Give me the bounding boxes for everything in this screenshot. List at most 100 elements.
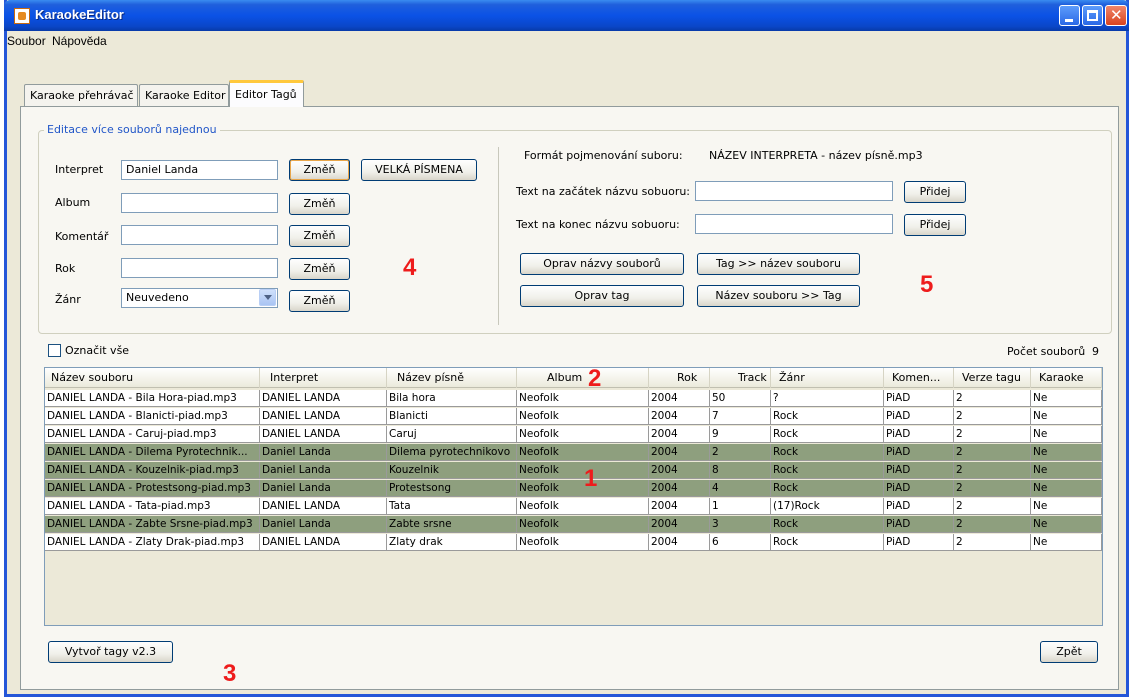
table-cell: DANIEL LANDA <box>260 498 387 515</box>
select-all-label[interactable]: Označit vše <box>65 344 129 357</box>
table-cell: PiAD <box>884 498 954 515</box>
table-row[interactable]: DANIEL LANDA - Blanicti-piad.mp3 DANIEL L… <box>45 408 1102 425</box>
album-label: Album <box>55 196 91 209</box>
table-cell: Daniel Landa <box>260 444 387 461</box>
comment-field[interactable] <box>121 225 278 245</box>
title-bar[interactable]: KaraokeEditor ✕ <box>4 0 1129 31</box>
table-cell: DANIEL LANDA <box>260 390 387 407</box>
column-header[interactable]: Název písně <box>387 368 517 388</box>
table-cell: 2004 <box>649 498 710 515</box>
table-row[interactable]: DANIEL LANDA - Kouzelnik-piad.mp3 Daniel … <box>45 462 1102 479</box>
column-header[interactable]: Žánr <box>771 368 884 388</box>
table-cell: PiAD <box>884 516 954 533</box>
table-cell: 2 <box>954 408 1031 425</box>
table-cell: 2 <box>954 516 1031 533</box>
change-genre-button[interactable]: Změň <box>289 290 350 312</box>
table-cell: DANIEL LANDA <box>260 426 387 443</box>
create-tags-button[interactable]: Vytvoř tagy v2.3 <box>48 641 173 663</box>
column-header[interactable]: Komen... <box>884 368 954 388</box>
year-label: Rok <box>55 262 76 275</box>
select-all-checkbox[interactable] <box>48 344 61 357</box>
table-cell: Neofolk <box>517 426 649 443</box>
table-row[interactable]: DANIEL LANDA - Dilema Pyrotechnik... Dani… <box>45 444 1102 461</box>
table-cell: DANIEL LANDA - Caruj-piad.mp3 <box>45 426 260 443</box>
close-icon: ✕ <box>1110 6 1123 24</box>
album-field[interactable] <box>121 193 278 213</box>
table-cell: PiAD <box>884 534 954 551</box>
table-cell: Dilema pyrotechnikovo <box>387 444 517 461</box>
naming-format-value: NÁZEV INTERPRETA - název písně.mp3 <box>709 149 923 162</box>
files-table[interactable]: Název souboru Interpret Název písně Album Ro… <box>44 367 1103 626</box>
table-cell: PiAD <box>884 444 954 461</box>
tab-karaoke-editor[interactable]: Karaoke Editor <box>139 84 229 106</box>
table-row[interactable]: DANIEL LANDA - Zlaty Drak-piad.mp3 DANIEL… <box>45 534 1102 551</box>
column-header[interactable]: Interpret <box>260 368 387 388</box>
table-cell: Neofolk <box>517 462 649 479</box>
menu-soubor[interactable]: Soubor <box>7 34 46 48</box>
column-header[interactable]: Název souboru <box>45 368 260 388</box>
add-prefix-button[interactable]: Přidej <box>904 181 966 203</box>
table-cell: Rock <box>771 426 884 443</box>
table-cell: Blanicti <box>387 408 517 425</box>
back-button[interactable]: Zpět <box>1040 641 1098 663</box>
table-cell: DANIEL LANDA - Dilema Pyrotechnik... <box>45 444 260 461</box>
genre-label: Žánr <box>55 293 81 306</box>
column-header[interactable]: Karaoke <box>1031 368 1102 388</box>
annotation-1: 1 <box>584 465 598 492</box>
tab-karaoke-player[interactable]: Karaoke přehrávač <box>24 84 138 106</box>
file-count-label: Počet souborů <box>1007 345 1086 358</box>
change-comment-button[interactable]: Změň <box>289 225 350 247</box>
table-row[interactable]: DANIEL LANDA - Zabte Srsne-piad.mp3 Danie… <box>45 516 1102 533</box>
uppercase-button[interactable]: VELKÁ PÍSMENA <box>361 159 477 181</box>
tab-tag-editor[interactable]: Editor Tagů <box>229 80 304 107</box>
table-cell: PiAD <box>884 408 954 425</box>
table-cell: 50 <box>710 390 771 407</box>
tag-to-name-button[interactable]: Tag >> název souboru <box>697 253 860 275</box>
table-cell: Ne <box>1031 516 1102 533</box>
annotation-4: 4 <box>403 254 417 281</box>
dropdown-arrow-icon[interactable] <box>259 289 276 306</box>
change-year-button[interactable]: Změň <box>289 258 350 280</box>
table-cell: PiAD <box>884 462 954 479</box>
minimize-button[interactable] <box>1059 5 1080 26</box>
java-app-icon <box>14 8 30 24</box>
group-separator <box>498 147 499 325</box>
table-row[interactable]: DANIEL LANDA - Caruj-piad.mp3 DANIEL LAND… <box>45 426 1102 443</box>
year-field[interactable] <box>121 258 278 278</box>
table-row[interactable]: DANIEL LANDA - Tata-piad.mp3 DANIEL LANDA… <box>45 498 1102 515</box>
table-cell: Ne <box>1031 390 1102 407</box>
change-artist-button[interactable]: Změň <box>289 159 350 181</box>
table-cell: DANIEL LANDA - Bila Hora-piad.mp3 <box>45 390 260 407</box>
table-cell: Neofolk <box>517 408 649 425</box>
column-header[interactable]: Rok <box>649 368 710 388</box>
suffix-field[interactable] <box>695 214 893 234</box>
column-header[interactable]: Album <box>517 368 649 388</box>
file-count-value: 9 <box>1092 345 1099 358</box>
column-header[interactable]: Track <box>710 368 771 388</box>
table-cell: Ne <box>1031 408 1102 425</box>
table-cell: Protestsong <box>387 480 517 497</box>
table-row[interactable]: DANIEL LANDA - Bila Hora-piad.mp3 DANIEL … <box>45 390 1102 407</box>
prefix-field[interactable] <box>695 181 893 201</box>
name-to-tag-button[interactable]: Název souboru >> Tag <box>697 285 860 307</box>
batch-edit-legend: Editace více souborů najednou <box>44 123 220 136</box>
table-cell: Ne <box>1031 498 1102 515</box>
table-cell: DANIEL LANDA <box>260 534 387 551</box>
fix-names-button[interactable]: Oprav názvy souborů <box>520 253 684 275</box>
table-row[interactable]: DANIEL LANDA - Protestsong-piad.mp3 Danie… <box>45 480 1102 497</box>
table-cell: DANIEL LANDA - Zabte Srsne-piad.mp3 <box>45 516 260 533</box>
maximize-button[interactable] <box>1082 5 1103 26</box>
close-button[interactable]: ✕ <box>1105 5 1127 26</box>
change-album-button[interactable]: Změň <box>289 193 350 215</box>
table-cell: Rock <box>771 408 884 425</box>
menu-napoveda[interactable]: Nápověda <box>52 34 107 48</box>
artist-field[interactable]: Daniel Landa <box>121 160 278 180</box>
fix-tag-button[interactable]: Oprav tag <box>520 285 684 307</box>
table-cell: 2 <box>954 480 1031 497</box>
add-suffix-button[interactable]: Přidej <box>904 214 966 236</box>
genre-select[interactable]: Neuvedeno <box>121 288 278 308</box>
table-cell: ? <box>771 390 884 407</box>
table-cell: DANIEL LANDA - Kouzelnik-piad.mp3 <box>45 462 260 479</box>
column-header[interactable]: Verze tagu <box>954 368 1031 388</box>
table-cell: Ne <box>1031 480 1102 497</box>
